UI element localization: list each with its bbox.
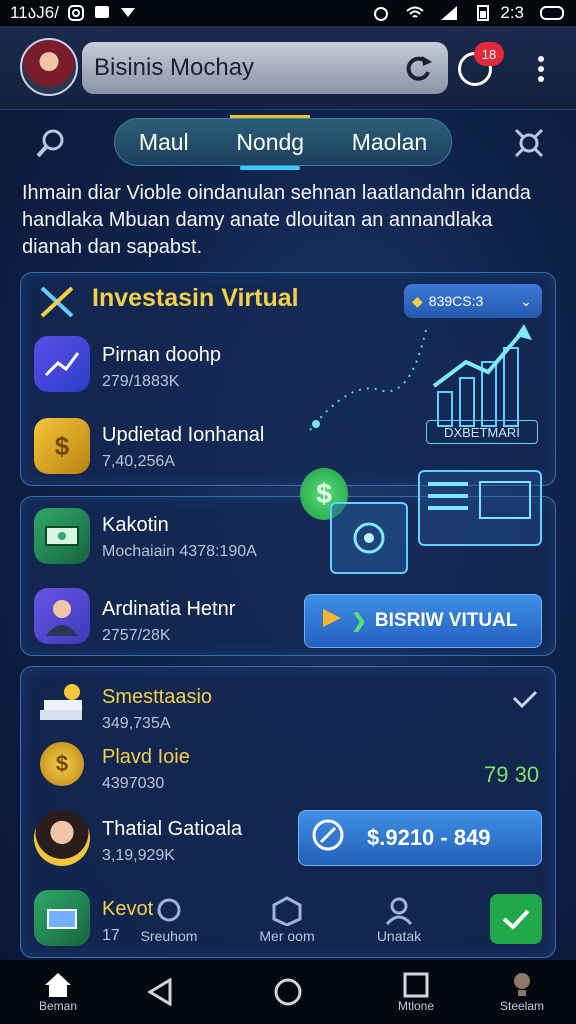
investasi-title: Investasin Virtual	[92, 284, 299, 312]
money-stack-icon	[34, 508, 90, 564]
intro-text: Ihmain diar Vioble oindanulan sehnan laa…	[22, 182, 531, 258]
box-icon	[34, 890, 90, 946]
mini-nav-label: Unatak	[376, 928, 422, 944]
row-title: Pirnan doohp	[102, 344, 221, 366]
row-sub: 3,19,929K	[102, 847, 175, 864]
status-bar: 11აJ6/ 2:3	[0, 0, 576, 26]
battery-level-icon	[474, 5, 492, 21]
row-sub: 7,40,256A	[102, 453, 175, 470]
chart-label: DXBETMARI	[426, 420, 538, 444]
row-sub: 349,735A	[102, 715, 171, 732]
headset-icon	[124, 896, 214, 928]
row-title: Ardinatia Hetnr	[102, 598, 236, 620]
check-icon	[502, 909, 530, 930]
search-icon[interactable]	[34, 126, 68, 160]
profile-avatar[interactable]	[20, 38, 78, 96]
status-clock: 2:3	[500, 3, 524, 22]
nav-label: Beman	[38, 999, 78, 1013]
gold-coin-icon: $	[40, 742, 84, 786]
square-icon	[403, 972, 429, 998]
battery-icon	[540, 5, 566, 21]
investasi-row-2[interactable]: Updietad Ionhanal 7,40,256A	[102, 424, 264, 471]
chevrons-icon: ❯	[351, 610, 367, 632]
wifi-icon	[406, 5, 425, 21]
nav-label: Steelam	[499, 999, 545, 1013]
more-options-icon[interactable]	[530, 52, 552, 86]
row-sub: 2757/28K	[102, 627, 171, 644]
investasi-dropdown[interactable]: ◆ 839CS:3 ⌄	[404, 284, 542, 318]
cta-label: BISRIW VITUAL	[374, 610, 518, 631]
instagram-icon	[67, 5, 85, 21]
row-title: Smesttaasio	[102, 686, 213, 708]
nav-label: Mtlone	[397, 999, 435, 1013]
bottom-row-1[interactable]: Smesttaasio 349,735A	[102, 686, 212, 733]
nav-home[interactable]: Beman	[18, 960, 98, 1024]
app-name: Bisinis Mochay	[94, 54, 255, 81]
investasi-row-1[interactable]: Pirnan doohp 279/1883K	[102, 344, 221, 391]
row-sub: 4397030	[102, 775, 165, 792]
nav-recents[interactable]: Mtlone	[376, 960, 456, 1024]
crossed-tools-icon	[38, 284, 78, 320]
edit-icon	[311, 818, 345, 858]
mid-row-2[interactable]: Ardinatia Hetnr 2757/28K	[102, 598, 235, 645]
notification-badge: 18	[474, 42, 504, 66]
mini-nav-label: Sreuhom	[140, 928, 198, 944]
status-time: 11აJ6/	[10, 3, 59, 22]
gold-bag-icon: ◆	[412, 292, 423, 309]
tab-maul[interactable]: Maul	[133, 129, 195, 156]
mini-nav-item-2[interactable]: Mer oom	[242, 896, 332, 944]
chart-app-icon	[34, 336, 90, 392]
person-avatar-icon	[34, 588, 90, 644]
tab-nondg[interactable]: Nondg	[230, 114, 310, 170]
network-icon[interactable]	[512, 126, 546, 160]
alarm-icon	[372, 5, 390, 21]
tab-bar: Maul Nondg Maolan	[114, 114, 452, 170]
gold-coin-icon: $	[34, 418, 90, 474]
chevron-down-icon: ⌄	[520, 292, 532, 309]
lightbulb-icon	[514, 973, 530, 996]
confirm-button[interactable]	[490, 894, 542, 944]
stacked-books-icon	[34, 678, 90, 734]
nav-assistant[interactable]: Steelam	[482, 960, 562, 1024]
caret-icon	[119, 5, 137, 21]
home-circle-icon	[274, 978, 302, 1006]
row-title: Updietad Ionhanal	[102, 424, 265, 446]
row-sub: Mochaiain 4378:190A	[102, 543, 257, 560]
nav-home-circle[interactable]	[248, 960, 328, 1024]
home-icon	[45, 973, 71, 997]
mini-nav-item-3[interactable]: Unatak	[354, 896, 444, 944]
message-icon	[93, 5, 111, 21]
cube-icon	[242, 896, 332, 928]
play-icon	[321, 607, 343, 635]
row-title: Thatial Gatioala	[102, 818, 243, 840]
back-triangle-icon	[147, 978, 172, 1006]
row-title: Plavd Ioie	[102, 746, 190, 768]
laptop-graphic	[330, 502, 408, 574]
amount-label: $.9210 - 849	[367, 825, 491, 850]
app-title-bar[interactable]: Bisinis Mochay	[82, 42, 448, 94]
checkmark-icon[interactable]	[510, 688, 540, 712]
bottom-row-3[interactable]: Thatial Gatioala 3,19,929K	[102, 818, 242, 865]
bottom-row-2[interactable]: Plavd Ioie 4397030	[102, 746, 190, 793]
amount-button[interactable]: $.9210 - 849	[298, 810, 542, 866]
mini-nav-item-1[interactable]: Sreuhom	[124, 896, 214, 944]
tab-maolan[interactable]: Maolan	[346, 129, 433, 156]
dashboard-graphic	[418, 470, 542, 546]
row-title: Kakotin	[102, 514, 169, 536]
refresh-icon[interactable]	[402, 54, 434, 82]
mini-nav-label: Mer oom	[259, 928, 315, 944]
signal-icon	[440, 5, 458, 21]
virtual-cta-button[interactable]: ❯ BISRIW VITUAL	[304, 594, 542, 648]
user-icon	[354, 896, 444, 928]
woman-avatar-icon	[34, 810, 90, 866]
green-value: 79 30	[484, 762, 540, 787]
mid-row-1[interactable]: Kakotin Mochaiain 4378:190A	[102, 514, 257, 561]
row-sub: 279/1883K	[102, 373, 180, 390]
dropdown-label: 839CS:3	[428, 293, 484, 309]
nav-back[interactable]	[120, 960, 200, 1024]
data-stream-graphic	[300, 320, 430, 440]
